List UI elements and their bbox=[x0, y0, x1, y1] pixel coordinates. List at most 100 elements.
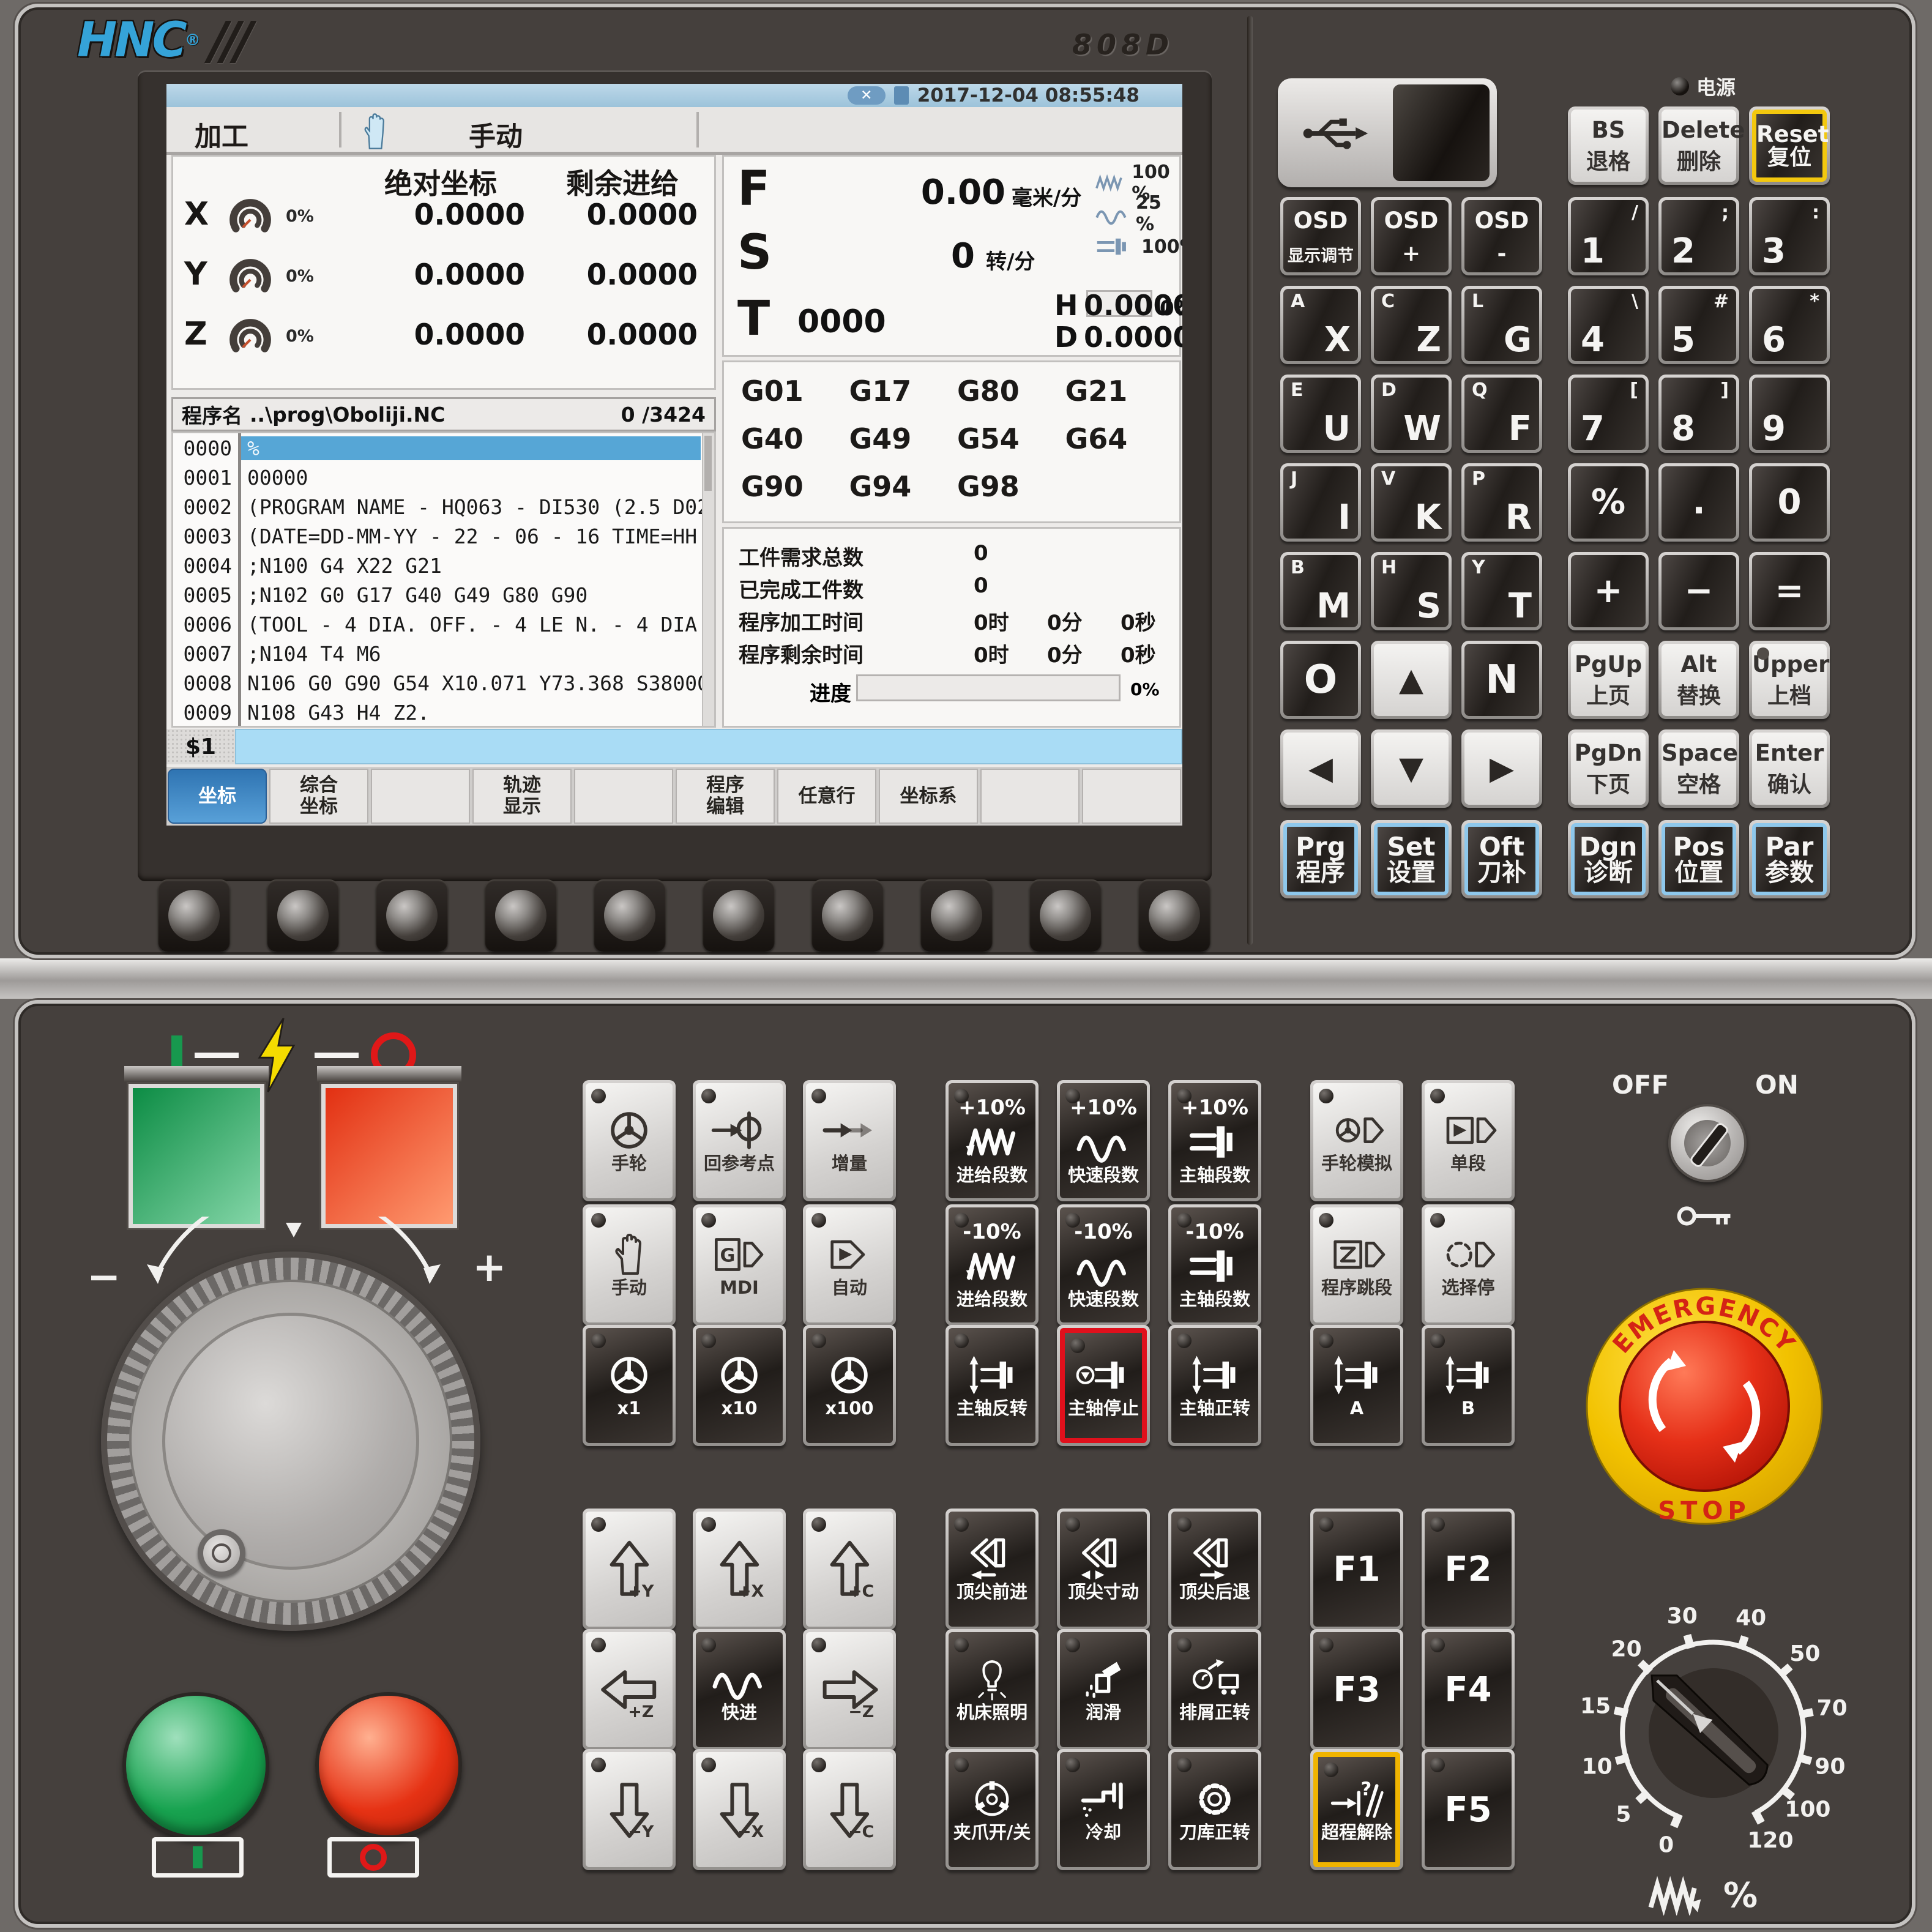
handwheel[interactable] bbox=[101, 1251, 480, 1631]
softkey-button-9[interactable] bbox=[1029, 879, 1102, 952]
key-4[interactable]: 4\ bbox=[1568, 286, 1649, 364]
softkey-tab-empty[interactable] bbox=[1082, 769, 1181, 824]
program-line[interactable]: 0003(DATE=DD-MM-YY - 22 - 06 - 16 TIME=H… bbox=[173, 521, 714, 551]
button-spindle-a[interactable]: A bbox=[1310, 1325, 1403, 1446]
tab-manual-mode[interactable]: 手动 bbox=[469, 114, 523, 154]
key-delete[interactable]: Delete删除 bbox=[1658, 106, 1739, 185]
softkey-button-7[interactable] bbox=[811, 879, 884, 952]
button-tailstock-forward[interactable]: 顶尖前进 bbox=[945, 1509, 1039, 1630]
button-mode-increment[interactable]: 增量 bbox=[803, 1080, 896, 1201]
power-on-button[interactable] bbox=[129, 1084, 264, 1228]
program-line[interactable]: 0004;N100 G4 X22 G21 bbox=[173, 551, 714, 580]
key-plus[interactable]: + bbox=[1568, 552, 1649, 630]
button-jog-minus-x[interactable]: −X bbox=[693, 1749, 786, 1870]
command-input[interactable] bbox=[235, 729, 1182, 764]
key-s[interactable]: SH bbox=[1371, 552, 1452, 630]
button-mode-jog[interactable]: 手动 bbox=[583, 1204, 676, 1326]
button-mode-auto[interactable]: 自动 bbox=[803, 1204, 896, 1326]
softkey-button-1[interactable] bbox=[158, 879, 230, 952]
key-upper[interactable]: Upper上档 bbox=[1749, 641, 1830, 719]
program-line[interactable]: 0000% bbox=[173, 433, 714, 463]
button-mpg-x10[interactable]: x10 bbox=[693, 1325, 786, 1446]
key-x[interactable]: XA bbox=[1280, 286, 1361, 364]
feed-hold-button[interactable] bbox=[315, 1692, 462, 1839]
button-machine-light[interactable]: 机床照明 bbox=[945, 1629, 1039, 1750]
button-mpg-x1[interactable]: x1 bbox=[583, 1325, 676, 1446]
button-jog-plus-x[interactable]: +X bbox=[693, 1509, 786, 1630]
softkey-button-4[interactable] bbox=[485, 879, 557, 952]
button-mode-ref-point[interactable]: 回参考点 bbox=[693, 1080, 786, 1201]
button-f2[interactable]: F2 bbox=[1422, 1509, 1515, 1630]
key-par[interactable]: Par参数 bbox=[1749, 820, 1830, 898]
button-spindle-stop[interactable]: 主轴停止 bbox=[1057, 1325, 1150, 1446]
button-rapid-jog[interactable]: 快进 bbox=[693, 1629, 786, 1750]
program-line[interactable]: 0005;N102 G0 G17 G40 G49 G80 G90 bbox=[173, 580, 714, 610]
tab-machining[interactable]: 加工 bbox=[195, 114, 248, 154]
key-1[interactable]: 1/ bbox=[1568, 197, 1649, 275]
button-spindle-ccw[interactable]: 主轴反转 bbox=[945, 1325, 1039, 1446]
program-line[interactable]: 0008N106 G0 G90 G54 X10.071 Y73.368 S380… bbox=[173, 668, 714, 698]
key-osd-minus[interactable]: OSD- bbox=[1461, 197, 1542, 275]
button-rapid-override-down[interactable]: -10%快速段数 bbox=[1057, 1204, 1150, 1326]
button-lubrication[interactable]: 润滑 bbox=[1057, 1629, 1150, 1750]
key-dot[interactable]: . bbox=[1658, 463, 1739, 542]
key-space[interactable]: Space空格 bbox=[1658, 729, 1739, 808]
button-f5[interactable]: F5 bbox=[1422, 1749, 1515, 1870]
key-percent[interactable]: % bbox=[1568, 463, 1649, 542]
button-handwheel-sim[interactable]: 手轮模拟 bbox=[1310, 1080, 1403, 1201]
key-dgn[interactable]: Dgn诊断 bbox=[1568, 820, 1649, 898]
key-t[interactable]: TY bbox=[1461, 552, 1542, 630]
button-jog-plus-c[interactable]: +C bbox=[803, 1509, 896, 1630]
power-off-button[interactable] bbox=[321, 1084, 457, 1228]
program-line[interactable]: 0002(PROGRAM NAME - HQ063 - DI530 (2.5 D… bbox=[173, 492, 714, 521]
key-r[interactable]: RP bbox=[1461, 463, 1542, 542]
button-jog-plus-z[interactable]: +Z bbox=[583, 1629, 676, 1750]
button-mpg-x100[interactable]: x100 bbox=[803, 1325, 896, 1446]
key-5[interactable]: 5# bbox=[1658, 286, 1739, 364]
key-k[interactable]: KV bbox=[1371, 463, 1452, 542]
key-prg[interactable]: Prg程序 bbox=[1280, 820, 1361, 898]
key-3[interactable]: 3: bbox=[1749, 197, 1830, 275]
key-set[interactable]: Set设置 bbox=[1371, 820, 1452, 898]
button-jog-minus-z[interactable]: −Z bbox=[803, 1629, 896, 1750]
button-jog-minus-y[interactable]: −Y bbox=[583, 1749, 676, 1870]
button-spindle-override-down[interactable]: -10%主轴段数 bbox=[1168, 1204, 1261, 1326]
key-i[interactable]: IJ bbox=[1280, 463, 1361, 542]
softkey-tab-坐标系[interactable]: 坐标系 bbox=[879, 769, 978, 824]
scrollbar[interactable] bbox=[702, 433, 714, 726]
button-spindle-override-up[interactable]: +10%主轴段数 bbox=[1168, 1080, 1261, 1201]
key-0[interactable]: 0 bbox=[1749, 463, 1830, 542]
key-enter[interactable]: Enter确认 bbox=[1749, 729, 1830, 808]
program-line[interactable]: 0009N108 G43 H4 Z2. bbox=[173, 698, 714, 727]
key-w[interactable]: WD bbox=[1371, 375, 1452, 453]
key-pos[interactable]: Pos位置 bbox=[1658, 820, 1739, 898]
key-reset[interactable]: Reset复位 bbox=[1749, 106, 1830, 185]
key-equals[interactable]: = bbox=[1749, 552, 1830, 630]
program-line[interactable]: 000100000 bbox=[173, 463, 714, 492]
softkey-button-3[interactable] bbox=[376, 879, 448, 952]
button-tailstock-jog[interactable]: 顶尖寸动 bbox=[1057, 1509, 1150, 1630]
key-7[interactable]: 7[ bbox=[1568, 375, 1649, 453]
key-6[interactable]: 6* bbox=[1749, 286, 1830, 364]
key-z[interactable]: ZC bbox=[1371, 286, 1452, 364]
key-2[interactable]: 2; bbox=[1658, 197, 1739, 275]
button-coolant[interactable]: 冷却 bbox=[1057, 1749, 1150, 1870]
program-protect-keyswitch[interactable] bbox=[1668, 1104, 1747, 1182]
feed-override-dial[interactable]: 051015203040507090100120 bbox=[1573, 1592, 1854, 1874]
button-chip-conveyor[interactable]: 排屑正转 bbox=[1168, 1629, 1261, 1750]
button-overtravel-release[interactable]: ?超程解除 bbox=[1310, 1749, 1403, 1870]
button-feed-override-down[interactable]: -10%进给段数 bbox=[945, 1204, 1039, 1326]
key-arrow-up[interactable]: ▲ bbox=[1371, 641, 1452, 719]
softkey-button-5[interactable] bbox=[594, 879, 666, 952]
softkey-button-10[interactable] bbox=[1138, 879, 1210, 952]
key-minus[interactable]: − bbox=[1658, 552, 1739, 630]
softkey-tab-坐标[interactable]: 坐标 bbox=[168, 769, 267, 824]
button-jog-plus-y[interactable]: +Y bbox=[583, 1509, 676, 1630]
button-jog-minus-c[interactable]: −C bbox=[803, 1749, 896, 1870]
button-mode-handwheel[interactable]: 手轮 bbox=[583, 1080, 676, 1201]
key-oft[interactable]: Oft刀补 bbox=[1461, 820, 1542, 898]
key-u[interactable]: UE bbox=[1280, 375, 1361, 453]
program-line[interactable]: 0007;N104 T4 M6 bbox=[173, 639, 714, 668]
softkey-button-2[interactable] bbox=[267, 879, 339, 952]
key-pgup[interactable]: PgUp上页 bbox=[1568, 641, 1649, 719]
